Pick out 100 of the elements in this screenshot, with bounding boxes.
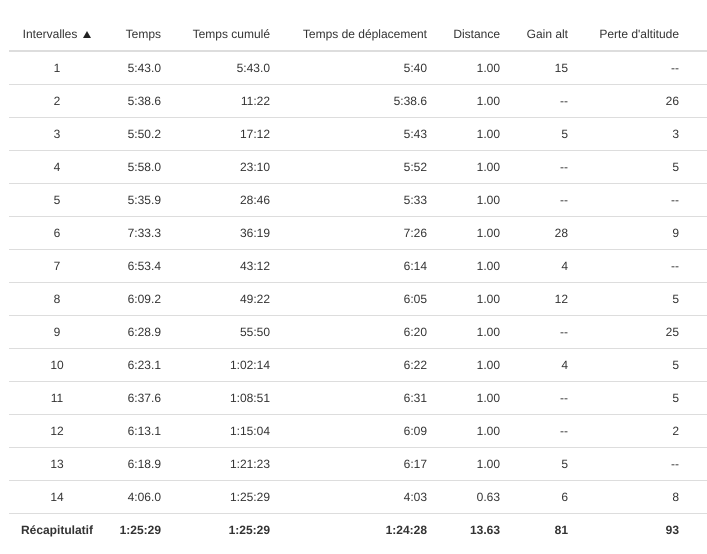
table-cell: 5 [509,118,577,150]
summary-cell: 13.63 [436,514,509,546]
table-cell: 1:15:04 [170,414,279,448]
table-cell: 5:52 [279,150,436,184]
table-cell: 6:23.1 [105,348,170,382]
column-header[interactable]: Gain alt [509,17,577,51]
table-cell: 9 [577,216,688,250]
table-cell: 3 [577,118,688,150]
table-cell: 1.00 [436,84,509,118]
column-header[interactable]: Intervalles [9,17,105,51]
table-cell: 2 [9,84,105,118]
table-cell: 12 [9,414,105,448]
table-cell: 6:09.2 [105,282,170,316]
table-cell: 1.00 [436,150,509,184]
table-cell: 17:12 [170,118,279,150]
table-cell: 5:35.9 [105,184,170,216]
table-cell: 5:33 [279,184,436,216]
table-cell: -- [509,382,577,414]
summary-cell: Récapitulatif [9,514,105,546]
table-cell: -- [509,414,577,448]
table-cell: 2 [577,414,688,448]
table-cell: 5 [577,382,688,414]
table-cell: 6 [9,216,105,250]
table-cell: 7:33.3 [105,216,170,250]
table-cell: 5:43.0 [170,51,279,84]
table-cell: 5 [577,150,688,184]
table-cell: 6:37.6 [105,382,170,414]
table-cell: -- [577,184,688,216]
table-cell: 5:40 [279,51,436,84]
table-cell: 8 [9,282,105,316]
table-cell: 25 [577,316,688,348]
table-cell: 13 [9,448,105,480]
table-cell: 4 [9,150,105,184]
table-cell: 1.00 [436,250,509,282]
table-cell: -- [577,250,688,282]
table-cell: 11 [9,382,105,414]
table-cell: 3 [9,118,105,150]
summary-cell: 93 [577,514,688,546]
table-cell: 4 [509,250,577,282]
summary-cell: 1:25:29 [170,514,279,546]
table-cell: -- [509,316,577,348]
table-cell: 1.00 [436,382,509,414]
table-cell: 4:03 [279,480,436,514]
table-cell: 36:19 [170,216,279,250]
table-cell: 11:22 [170,84,279,118]
table-cell: 5 [509,448,577,480]
table-cell: 12 [509,282,577,316]
column-header[interactable]: Temps [105,17,170,51]
table-cell: 5 [577,282,688,316]
table-cell: 1 [9,51,105,84]
column-header[interactable]: Temps de déplacement [279,17,436,51]
table-cell: 1.00 [436,51,509,84]
table-cell: 49:22 [170,282,279,316]
table-cell: 5:38.6 [279,84,436,118]
summary-cell: 1:24:28 [279,514,436,546]
table-cell: 14 [9,480,105,514]
table-cell: 55:50 [170,316,279,348]
table-cell: 1.00 [436,216,509,250]
table-cell: -- [509,184,577,216]
table-cell: 6:13.1 [105,414,170,448]
table-cell: 6:53.4 [105,250,170,282]
table-cell: 6:31 [279,382,436,414]
table-cell: 10 [9,348,105,382]
table-cell: 6:20 [279,316,436,348]
column-header[interactable]: Distance [436,17,509,51]
table-cell: -- [509,150,577,184]
table-cell: 1.00 [436,118,509,150]
summary-cell: 81 [509,514,577,546]
table-cell: 1.00 [436,282,509,316]
table-cell: 15 [509,51,577,84]
table-cell: 0.63 [436,480,509,514]
column-header[interactable]: Perte d'altitude [577,17,688,51]
table-cell: 28:46 [170,184,279,216]
table-cell: 1.00 [436,448,509,480]
table-cell: 1:21:23 [170,448,279,480]
table-cell: 1:02:14 [170,348,279,382]
table-cell: 43:12 [170,250,279,282]
table-cell: 6:09 [279,414,436,448]
summary-cell: 1:25:29 [105,514,170,546]
table-cell: 6:28.9 [105,316,170,348]
column-header[interactable]: Temps cumulé [170,17,279,51]
table-cell: 1:25:29 [170,480,279,514]
table-cell: 1.00 [436,348,509,382]
table-cell: 8 [577,480,688,514]
table-cell: 1.00 [436,414,509,448]
table-cell: 7:26 [279,216,436,250]
table-cell: 4 [509,348,577,382]
table-cell: 5:50.2 [105,118,170,150]
table-cell: 5 [577,348,688,382]
table-cell: 6:22 [279,348,436,382]
table-cell: 1:08:51 [170,382,279,414]
table-cell: -- [509,84,577,118]
table-cell: 6:18.9 [105,448,170,480]
table-cell: 26 [577,84,688,118]
table-cell: 5:58.0 [105,150,170,184]
table-cell: -- [577,448,688,480]
table-cell: 1.00 [436,316,509,348]
table-cell: 9 [9,316,105,348]
table-cell: 23:10 [170,150,279,184]
table-cell: 6:14 [279,250,436,282]
